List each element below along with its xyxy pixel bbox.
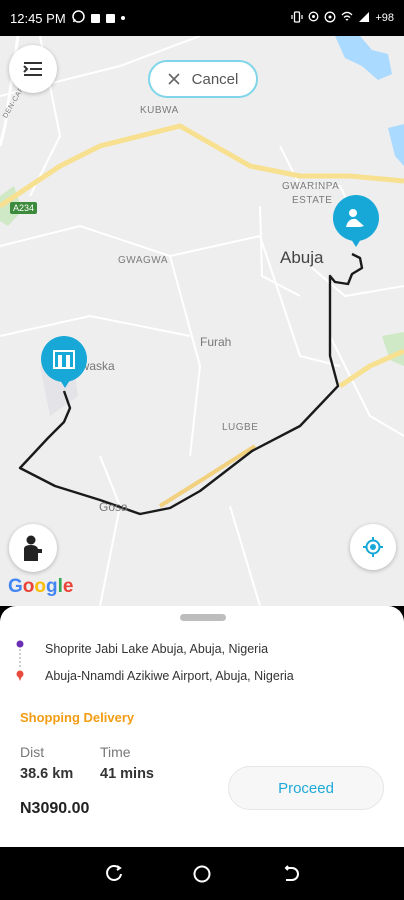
- vibrate-icon: [291, 10, 303, 26]
- more-notifications-icon: [120, 16, 125, 20]
- notification-icon: [90, 13, 100, 23]
- home-icon: [193, 865, 211, 882]
- google-logo: Google: [8, 576, 74, 597]
- back-button[interactable]: [275, 859, 305, 889]
- time-label: Time: [100, 744, 131, 760]
- map-label-lugbe: LUGBE: [222, 422, 259, 433]
- my-location-button[interactable]: [350, 524, 396, 570]
- distance-value: 38.6 km: [20, 766, 74, 782]
- dropoff-pin-icon[interactable]: [333, 195, 379, 241]
- battery-text: +98: [375, 12, 394, 24]
- map-label-abuja: Abuja: [280, 248, 324, 267]
- sheet-drag-handle[interactable]: [180, 614, 226, 621]
- distance-label: Dist: [20, 744, 45, 760]
- wifi-icon: [341, 11, 353, 26]
- notification-icon: [105, 13, 115, 23]
- trip-details-sheet: Shoprite Jabi Lake Abuja, Abuja, Nigeria…: [0, 606, 404, 847]
- home-button[interactable]: [187, 859, 217, 889]
- time-value: 41 mins: [100, 766, 154, 782]
- pickup-pin-tail: [60, 380, 70, 388]
- route-timeline-icon: [16, 640, 24, 681]
- pickup-pin-icon[interactable]: [41, 336, 87, 382]
- menu-button[interactable]: [9, 45, 57, 93]
- close-icon: [168, 73, 180, 85]
- whatsapp-icon: [71, 10, 85, 26]
- driver-button[interactable]: [9, 524, 57, 572]
- my-location-icon: [363, 537, 383, 557]
- status-bar: 12:45 PM +98: [0, 0, 404, 36]
- highway-shield: A234: [10, 202, 38, 214]
- dropoff-address: Abuja-Nnamdi Azikiwe Airport, Abuja, Nig…: [45, 669, 294, 683]
- signal-icon: [358, 11, 370, 26]
- delivery-category: Shopping Delivery: [20, 710, 135, 725]
- map-label-estate: ESTATE: [292, 195, 333, 206]
- pickup-address: Shoprite Jabi Lake Abuja, Abuja, Nigeria: [45, 642, 269, 656]
- proceed-button[interactable]: Proceed: [228, 766, 384, 810]
- cancel-label: Cancel: [191, 70, 239, 88]
- map-canvas: [0, 36, 404, 606]
- recent-apps-button[interactable]: [99, 859, 129, 889]
- proceed-label: Proceed: [278, 779, 334, 797]
- back-icon: [284, 864, 299, 881]
- location-icon: [308, 11, 319, 26]
- map-label-gwarinpa: GWARINPA: [282, 181, 340, 192]
- map-label-gwagwa: GWAGWA: [118, 255, 169, 266]
- dropoff-pin-tail: [351, 239, 361, 247]
- trip-price: N3090.00: [20, 800, 90, 817]
- map-view[interactable]: KUBWA GWARINPA ESTATE Abuja GWAGWA Furah…: [0, 36, 404, 606]
- cancel-button[interactable]: Cancel: [148, 60, 258, 98]
- hotspot-icon: [324, 11, 336, 26]
- menu-icon: [23, 62, 42, 76]
- system-nav-bar: [0, 847, 404, 900]
- recent-apps-icon: [106, 864, 122, 881]
- map-label-furah: Furah: [200, 335, 232, 349]
- driver-icon: [24, 535, 42, 561]
- map-label-gosa: Gosa: [99, 500, 128, 514]
- status-time: 12:45 PM: [10, 10, 66, 26]
- map-label-kubwa: KUBWA: [140, 105, 179, 116]
